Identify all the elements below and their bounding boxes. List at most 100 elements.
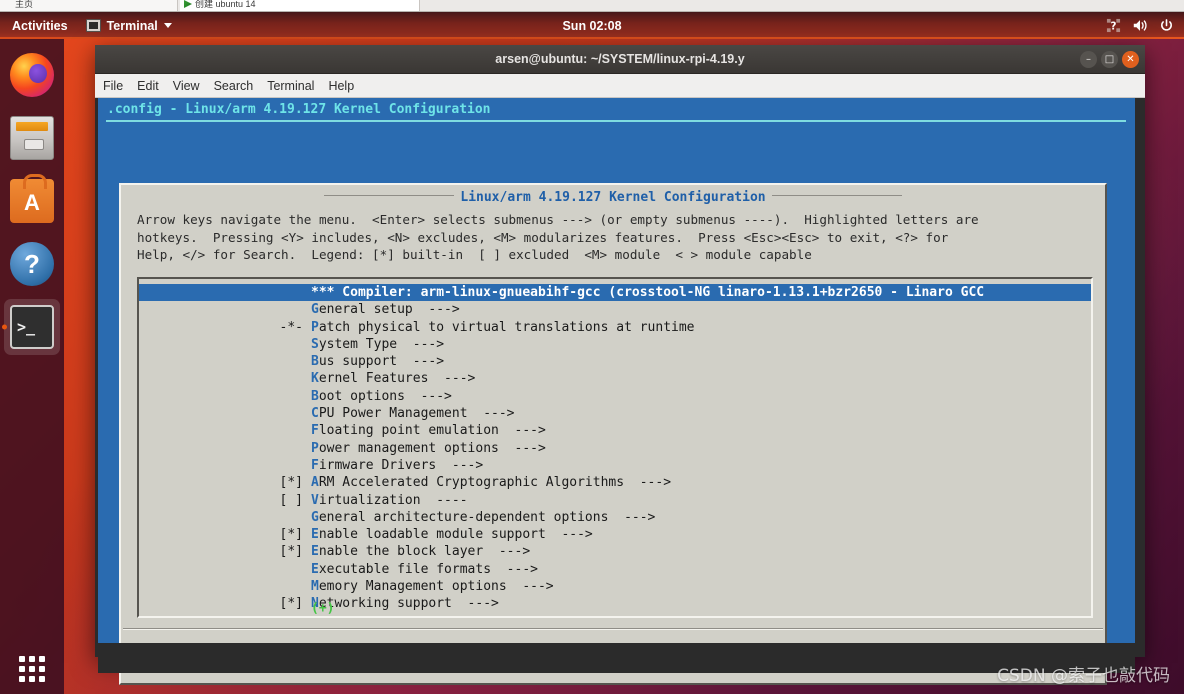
menuconfig-item-hotkey: F	[311, 423, 319, 439]
terminal-icon: >_	[10, 305, 54, 349]
maximize-button[interactable]: □	[1101, 51, 1118, 68]
menuconfig-item[interactable]: Memory Management options --->	[139, 578, 1091, 595]
menuconfig-screen: .config - Linux/arm 4.19.127 Kernel Conf…	[98, 98, 1135, 685]
menuconfig-item-mark: [*]	[279, 596, 303, 612]
menuconfig-item[interactable]: *** Compiler: arm-linux-gnueabihf-gcc (c…	[139, 284, 1091, 302]
minimize-button[interactable]: –	[1080, 51, 1097, 68]
terminal-titlebar[interactable]: arsen@ubuntu: ~/SYSTEM/linux-rpi-4.19.y …	[95, 45, 1145, 74]
menu-view[interactable]: View	[173, 79, 200, 93]
menuconfig-item-text: etworking support --->	[318, 596, 499, 612]
background-window-tabstrip[interactable]: 主页 创建 ubuntu 14	[0, 0, 1184, 12]
terminal-menubar: File Edit View Search Terminal Help	[95, 74, 1145, 98]
menuconfig-item[interactable]: [*] Enable loadable module support --->	[139, 526, 1091, 543]
menuconfig-header: .config - Linux/arm 4.19.127 Kernel Conf…	[98, 98, 1135, 121]
menuconfig-item[interactable]: [*] ARM Accelerated Cryptographic Algorit…	[139, 474, 1091, 491]
dock-item-firefox[interactable]	[4, 47, 60, 103]
menuconfig-item[interactable]: Floating point emulation --->	[139, 422, 1091, 439]
terminal-icon	[85, 19, 101, 32]
grid-dot	[39, 666, 45, 672]
maximize-icon: □	[1104, 53, 1115, 65]
dock-item-software[interactable]: A	[4, 173, 60, 229]
terminal-blank-area	[98, 643, 1135, 673]
menuconfig-item[interactable]: Executable file formats --->	[139, 561, 1091, 578]
menuconfig-item-text: eneral architecture-dependent options --…	[318, 509, 656, 525]
terminal-window: arsen@ubuntu: ~/SYSTEM/linux-rpi-4.19.y …	[95, 45, 1145, 685]
menuconfig-item-mark: -*-	[279, 319, 303, 335]
menuconfig-item-text: xecutable file formats --->	[318, 561, 538, 577]
menuconfig-item-label: Power management options --->	[311, 440, 1091, 457]
svg-text:?: ?	[1111, 20, 1117, 32]
menu-search[interactable]: Search	[214, 79, 254, 93]
menuconfig-item-hotkey: G	[311, 302, 319, 318]
menu-file[interactable]: File	[103, 79, 123, 93]
menuconfig-item-text: nable the block layer --->	[318, 544, 531, 560]
show-applications-button[interactable]	[19, 656, 45, 682]
grid-dot	[19, 656, 25, 662]
menuconfig-item-label: Networking support --->	[311, 595, 1091, 612]
menuconfig-item-text: *** Compiler: arm-linux-gnueabihf-gcc (c…	[311, 285, 985, 300]
menuconfig-item[interactable]: Boot options --->	[139, 388, 1091, 405]
menuconfig-item-mark	[139, 353, 311, 370]
menuconfig-item-label: *** Compiler: arm-linux-gnueabihf-gcc (c…	[311, 284, 1091, 301]
menuconfig-item[interactable]: CPU Power Management --->	[139, 405, 1091, 422]
menuconfig-item-label: System Type --->	[311, 336, 1091, 353]
title-rule-right	[771, 195, 902, 196]
system-tray[interactable]: ?	[1106, 12, 1174, 39]
network-question-icon[interactable]: ?	[1106, 18, 1121, 33]
menuconfig-item[interactable]: Power management options --->	[139, 440, 1091, 457]
activities-button[interactable]: Activities	[0, 19, 78, 33]
menuconfig-item[interactable]: General setup --->	[139, 301, 1091, 318]
menu-edit[interactable]: Edit	[137, 79, 159, 93]
menuconfig-item[interactable]: [*] Enable the block layer --->	[139, 543, 1091, 560]
menuconfig-item-mark	[139, 457, 311, 474]
menuconfig-item-label: Firmware Drivers --->	[311, 457, 1091, 474]
menuconfig-item-hotkey: S	[311, 336, 319, 352]
menuconfig-item-hotkey: B	[311, 354, 319, 370]
menuconfig-item[interactable]: Kernel Features --->	[139, 370, 1091, 387]
menuconfig-item-mark	[139, 509, 311, 526]
volume-icon[interactable]	[1132, 18, 1148, 33]
close-button[interactable]: ✕	[1122, 51, 1139, 68]
menuconfig-item-hotkey: K	[311, 371, 319, 387]
terminal-content[interactable]: .config - Linux/arm 4.19.127 Kernel Conf…	[95, 98, 1145, 685]
menuconfig-item[interactable]: General architecture-dependent options -…	[139, 509, 1091, 526]
app-menu-terminal[interactable]: Terminal	[78, 19, 180, 33]
dock-item-files[interactable]	[4, 110, 60, 166]
menuconfig-item-mark	[139, 405, 311, 422]
menuconfig-item-hotkey: E	[311, 561, 319, 577]
menuconfig-item-label: General architecture-dependent options -…	[311, 509, 1091, 526]
dock-item-terminal[interactable]: >_	[4, 299, 60, 355]
menuconfig-item[interactable]: System Type --->	[139, 336, 1091, 353]
menuconfig-item[interactable]: -*- Patch physical to virtual translation…	[139, 319, 1091, 336]
menuconfig-item-text: nable loadable module support --->	[318, 527, 593, 543]
menuconfig-item-hotkey: P	[311, 440, 319, 456]
menuconfig-item-label: Enable loadable module support --->	[311, 526, 1091, 543]
menuconfig-item[interactable]: [ ] Virtualization ----	[139, 492, 1091, 509]
menu-help[interactable]: Help	[328, 79, 354, 93]
menuconfig-item[interactable]: Bus support --->	[139, 353, 1091, 370]
menuconfig-listbox[interactable]: *** Compiler: arm-linux-gnueabihf-gcc (c…	[137, 277, 1093, 618]
menuconfig-item-hotkey: E	[311, 544, 319, 560]
menuconfig-item-label: Kernel Features --->	[311, 370, 1091, 387]
menuconfig-item-text: ernel Features --->	[318, 371, 476, 387]
power-icon[interactable]	[1159, 18, 1174, 33]
ubuntu-software-icon: A	[10, 174, 54, 223]
menuconfig-item[interactable]: Firmware Drivers --->	[139, 457, 1091, 474]
menuconfig-item-hotkey: G	[311, 509, 319, 525]
background-tab-1[interactable]: 主页	[0, 0, 178, 11]
menuconfig-item-hotkey: V	[311, 492, 319, 508]
help-icon: ?	[10, 242, 54, 286]
menuconfig-item[interactable]: [*] Networking support --->	[139, 595, 1091, 612]
button-separator	[123, 628, 1103, 630]
grid-dot	[29, 676, 35, 682]
background-tab-2[interactable]: 创建 ubuntu 14	[180, 0, 420, 11]
menuconfig-item-label: Floating point emulation --->	[311, 422, 1091, 439]
dock-item-help[interactable]: ?	[4, 236, 60, 292]
menu-terminal[interactable]: Terminal	[267, 79, 314, 93]
firefox-icon	[10, 53, 54, 97]
menuconfig-item-label: Bus support --->	[311, 353, 1091, 370]
title-rule-left	[324, 195, 455, 196]
menuconfig-item-hotkey: M	[311, 579, 319, 595]
menuconfig-item-text: RM Accelerated Cryptographic Algorithms …	[318, 475, 672, 491]
scroll-more-indicator: (+)	[311, 601, 335, 616]
